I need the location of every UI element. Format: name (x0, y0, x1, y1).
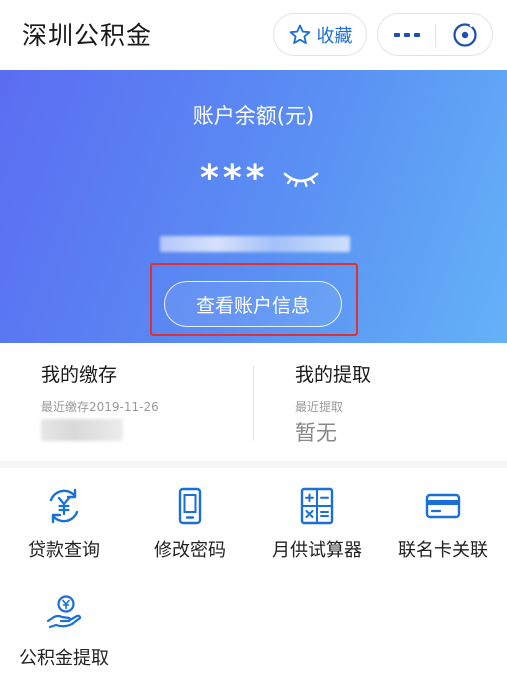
deposit-summary[interactable]: 我的缴存 最近缴存2019-11-26 (0, 343, 253, 461)
account-balance-card: 账户余额(元) *** 查看账户信息 (0, 70, 507, 343)
withdrawal-summary[interactable]: 我的提取 最近提取 暂无 (254, 343, 507, 461)
services-grid: 贷款查询 修改密码 月供试算器 联名卡关联 公积金提取 (0, 468, 507, 685)
withdrawal-title: 我的提取 (295, 364, 372, 386)
deposit-subtitle: 最近缴存2019-11-26 (41, 400, 159, 414)
eye-closed-icon[interactable] (282, 168, 320, 192)
service-cobranded-card-link[interactable]: 联名卡关联 (379, 486, 507, 562)
deposit-title: 我的缴存 (41, 364, 118, 386)
more-button[interactable] (378, 14, 435, 55)
service-fund-withdrawal[interactable]: 公积金提取 (0, 594, 128, 670)
favorite-label: 收藏 (316, 25, 353, 47)
balance-value: *** (200, 158, 269, 199)
star-icon (289, 24, 310, 44)
summary-panel: 我的缴存 最近缴存2019-11-26 我的提取 最近提取 暂无 (0, 343, 507, 461)
phone-icon (178, 487, 202, 525)
highlight-annotation-box (150, 263, 358, 336)
close-button[interactable] (436, 14, 493, 55)
masked-deposit-amount (41, 419, 123, 441)
service-payment-calculator[interactable]: 月供试算器 (253, 486, 381, 562)
masked-account-number (160, 236, 350, 252)
service-change-password[interactable]: 修改密码 (126, 486, 254, 562)
more-dots-icon (393, 32, 400, 37)
mini-program-capsule (377, 13, 493, 56)
service-loan-query[interactable]: 贷款查询 (0, 486, 128, 562)
favorite-button[interactable]: 收藏 (273, 13, 367, 56)
balance-label: 账户余额(元) (192, 104, 315, 128)
service-label: 联名卡关联 (398, 540, 488, 561)
service-label: 公积金提取 (19, 648, 109, 669)
calculator-icon (300, 487, 334, 525)
hand-coin-icon (46, 595, 82, 629)
bank-card-icon (425, 493, 461, 519)
loan-query-icon (49, 488, 79, 524)
top-bar: 深圳公积金 收藏 (0, 0, 507, 70)
withdrawal-subtitle: 最近提取 (295, 400, 344, 414)
close-circle-icon (452, 21, 477, 47)
app-title: 深圳公积金 (22, 21, 153, 50)
service-label: 修改密码 (154, 540, 226, 561)
service-label: 月供试算器 (272, 540, 362, 561)
service-label: 贷款查询 (28, 540, 100, 561)
withdrawal-value: 暂无 (295, 421, 337, 445)
